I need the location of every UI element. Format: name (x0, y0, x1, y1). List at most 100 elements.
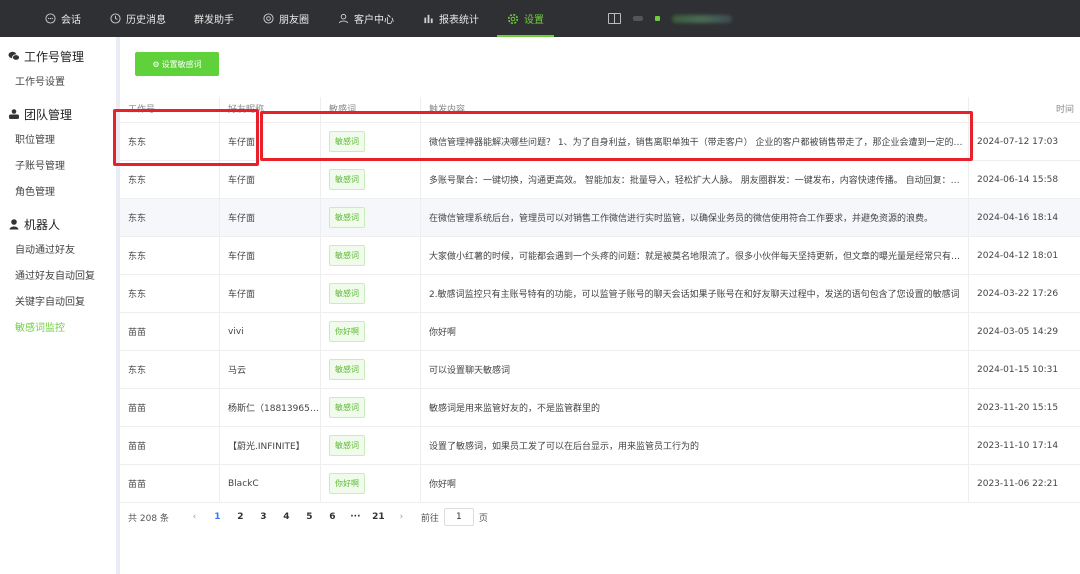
table-row[interactable]: 东东 马云 敏感词 可以设置聊天敏感词 2024-01-15 10:31 (120, 351, 1080, 389)
sidebar-item-1-2[interactable]: 角色管理 (0, 177, 116, 203)
page-number[interactable]: 1 (206, 512, 229, 522)
nav-item-1[interactable]: 历史消息 (95, 0, 180, 37)
page-number[interactable]: 2 (229, 512, 252, 522)
cell-text: 车仔面 (228, 252, 256, 262)
cell-text: 2023-11-10 17:14 (977, 440, 1059, 451)
table-row[interactable]: 东东 车仔面 敏感词 2.敏感词监控只有主账号特有的功能，可以监管子账号的聊天会话如果… (120, 275, 1080, 313)
pagination: 共 208 条 ‹ 1 2 3 4 5 6 ··· 21 › 前往 1 页 (128, 507, 488, 527)
cell-text: 2.敏感词监控只有主账号特有的功能，可以监管子账号的聊天会话如果子账号在和好友聊… (429, 290, 960, 300)
prev-page-icon[interactable]: ‹ (183, 512, 206, 522)
table-cell-4: 2024-07-12 17:03 (969, 123, 1080, 160)
table-cell-1: 车仔面 (220, 199, 321, 236)
table-row[interactable]: 东东 车仔面 敏感词 多账号聚合：一键切换，沟通更高效。 智能加友：批量导入，轻松扩大… (120, 161, 1080, 199)
nav-item-label: 历史消息 (126, 15, 166, 26)
sidebar-group-0[interactable]: 工作号管理 (0, 37, 116, 67)
wechat-icon (8, 50, 20, 62)
nav-item-2[interactable]: 群发助手 (180, 0, 248, 37)
sidebar-item-2-0[interactable]: 自动通过好友 (0, 235, 116, 261)
table-cell-0: 东东 (120, 351, 220, 388)
cell-text: 车仔面 (228, 214, 256, 224)
sidebar-item-1-0[interactable]: 职位管理 (0, 125, 116, 151)
chat-bubble-icon (44, 13, 56, 25)
nav-item-label: 客户中心 (354, 15, 394, 26)
table-row[interactable]: 苗苗 杨斯仁（18813965200） 敏感词 敏感词是用来监管好友的，不是监管群里的… (120, 389, 1080, 427)
toggle-icon[interactable] (633, 16, 643, 21)
goto-page-input[interactable]: 1 (443, 508, 474, 526)
table-cell-0: 东东 (120, 199, 220, 236)
cell-text: 你好啊 (429, 328, 457, 338)
table-cell-4: 2023-11-20 15:15 (969, 389, 1080, 426)
table-cell-2: 敏感词 (321, 389, 421, 426)
table-cell-1: 【蔚光.INFINITE】 (220, 427, 321, 464)
account-name-redacted[interactable] (672, 14, 732, 23)
cell-text: 2023-11-06 22:21 (977, 478, 1059, 489)
nav-item-0[interactable]: 会话 (30, 0, 95, 37)
page-number[interactable]: ··· (344, 512, 367, 522)
page-numbers: 1 2 3 4 5 6 ··· 21 (206, 512, 390, 522)
sensitive-word-tag: 敏感词 (329, 435, 365, 456)
page-number[interactable]: 4 (275, 512, 298, 522)
highlight-box-left (113, 109, 259, 166)
cell-text: 2024-03-22 17:26 (977, 288, 1059, 299)
table-row[interactable]: 东东 车仔面 敏感词 大家做小红薯的时候，可能都会遇到一个头疼的问题：就是被莫名地限流… (120, 237, 1080, 275)
table-cell-2: 敏感词 (321, 237, 421, 274)
table-row[interactable]: 苗苗 vivi 你好啊 你好啊 2024-03-05 14:29 (120, 313, 1080, 351)
table-cell-4: 2024-04-16 18:14 (969, 199, 1080, 236)
table-cell-1: 车仔面 (220, 161, 321, 198)
cell-text: 可以设置聊天敏感词 (429, 366, 511, 376)
cell-text: 你好啊 (429, 480, 457, 490)
nav-item-6[interactable]: 设置 (493, 0, 558, 37)
table-cell-4: 2024-03-22 17:26 (969, 275, 1080, 312)
table-cell-1: 马云 (220, 351, 321, 388)
table-cell-2: 敏感词 (321, 161, 421, 198)
table-cell-4: 2023-11-06 22:21 (969, 465, 1080, 502)
cell-text: 苗苗 (128, 404, 147, 414)
page-number[interactable]: 21 (367, 512, 390, 522)
table-row[interactable]: 东东 车仔面 敏感词 在微信管理系统后台，管理员可以对销售工作微信进行实时监管，以确保… (120, 199, 1080, 237)
cell-text: 2023-11-20 15:15 (977, 402, 1059, 413)
sidebar-item-0-0[interactable]: 工作号设置 (0, 67, 116, 93)
page-number[interactable]: 5 (298, 512, 321, 522)
table-cell-3: 在微信管理系统后台，管理员可以对销售工作微信进行实时监管，以确保业务员的微信使用… (421, 199, 969, 236)
cell-text: 多账号聚合：一键切换，沟通更高效。 智能加友：批量导入，轻松扩大人脉。 朋友圈群… (429, 176, 968, 186)
table-cell-1: vivi (220, 313, 321, 350)
sidebar-item-2-3[interactable]: 敏感词监控 (0, 313, 116, 339)
cell-text: 东东 (128, 176, 147, 186)
page-suffix: 页 (478, 513, 488, 524)
table-cell-0: 东东 (120, 161, 220, 198)
table-cell-0: 苗苗 (120, 465, 220, 502)
cell-text: 东东 (128, 252, 147, 262)
sidebar-item-2-1[interactable]: 通过好友自动回复 (0, 261, 116, 287)
sidebar-item-1-1[interactable]: 子账号管理 (0, 151, 116, 177)
top-nav: 会话 历史消息 群发助手 朋友圈 客户中心 报表统计 设置 (0, 0, 1080, 37)
table-cell-2: 敏感词 (321, 199, 421, 236)
cell-text: 苗苗 (128, 480, 147, 490)
book-icon[interactable] (608, 13, 621, 24)
nav-item-5[interactable]: 报表统计 (408, 0, 493, 37)
cell-text: 2024-07-12 17:03 (977, 136, 1059, 147)
page-number[interactable]: 3 (252, 512, 275, 522)
table-row[interactable]: 苗苗 BlackC 你好啊 你好啊 2023-11-06 22:21 (120, 465, 1080, 503)
page-number[interactable]: 6 (321, 512, 344, 522)
cell-text: vivi (228, 326, 244, 337)
cell-text: 在微信管理系统后台，管理员可以对销售工作微信进行实时监管，以确保业务员的微信使用… (429, 214, 934, 224)
table-cell-0: 苗苗 (120, 389, 220, 426)
table-row[interactable]: 苗苗 【蔚光.INFINITE】 敏感词 设置了敏感词，如果员工发了可以在后台显示，用… (120, 427, 1080, 465)
nav-item-3[interactable]: 朋友圈 (248, 0, 323, 37)
nav-item-4[interactable]: 客户中心 (323, 0, 408, 37)
sidebar-group-title: 机器人 (24, 217, 61, 232)
sensitive-word-tag: 敏感词 (329, 169, 365, 190)
sidebar-group-2[interactable]: 机器人 (0, 205, 116, 235)
table-cell-1: 车仔面 (220, 275, 321, 312)
user-icon (337, 13, 349, 25)
nav-item-label: 群发助手 (194, 15, 234, 26)
table-cell-0: 苗苗 (120, 313, 220, 350)
nav-item-label: 朋友圈 (279, 15, 309, 26)
set-sensitive-word-button[interactable]: ⚙ 设置敏感词 (135, 52, 219, 76)
sensitive-word-tag: 敏感词 (329, 397, 365, 418)
next-page-icon[interactable]: › (390, 512, 413, 522)
table-cell-4: 2024-06-14 15:58 (969, 161, 1080, 198)
sidebar-group-1[interactable]: 团队管理 (0, 95, 116, 125)
table-cell-4: 2024-03-05 14:29 (969, 313, 1080, 350)
sidebar-item-2-2[interactable]: 关键字自动回复 (0, 287, 116, 313)
